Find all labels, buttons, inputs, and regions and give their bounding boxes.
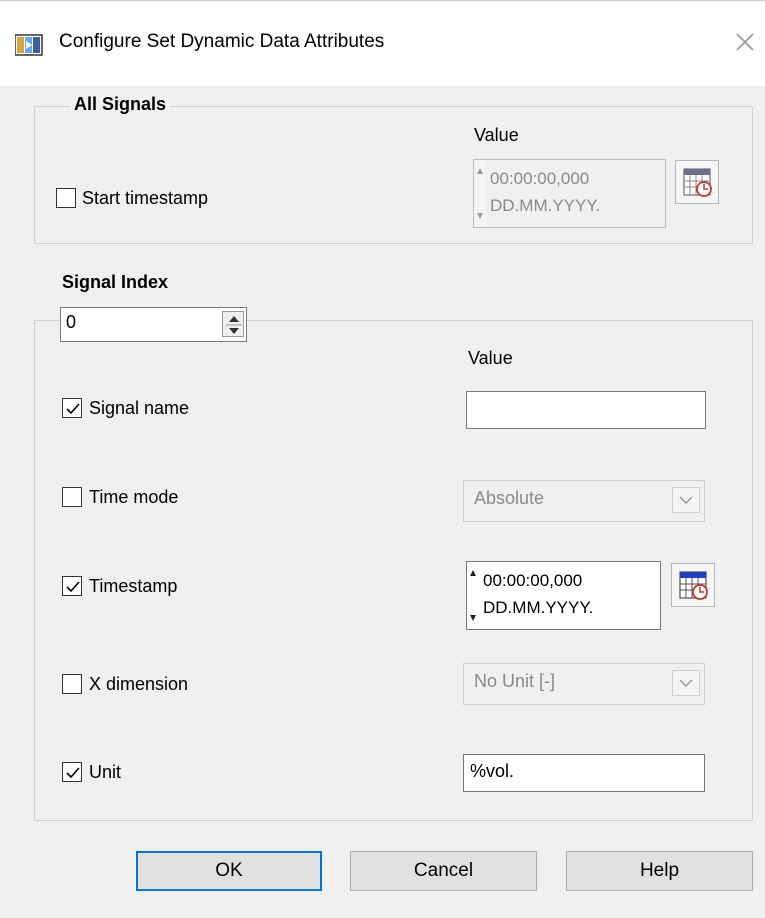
all-signals-value-header: Value: [474, 125, 519, 145]
timestamp-time: 00:00:00,000: [483, 571, 583, 590]
app-icon: [14, 33, 43, 57]
signal-index-stepper[interactable]: [222, 311, 244, 337]
x-dimension-checkbox[interactable]: [62, 674, 82, 694]
chevron-down-icon[interactable]: [672, 670, 700, 696]
x-dimension-select[interactable]: No Unit [-]: [463, 663, 705, 705]
signal-index-label: Signal Index: [62, 272, 169, 292]
ok-button[interactable]: OK: [136, 851, 322, 891]
unit-label: Unit: [89, 762, 122, 782]
timestamp-field[interactable]: 00:00:00,000 DD.MM.YYYY.: [466, 561, 661, 630]
all-signals-legend: All Signals: [70, 94, 171, 115]
cancel-button[interactable]: Cancel: [350, 851, 537, 891]
help-button[interactable]: Help: [566, 851, 753, 891]
timestamp-date: DD.MM.YYYY.: [483, 598, 594, 617]
timestamp-calendar-button[interactable]: [671, 563, 715, 607]
signal-name-label: Signal name: [89, 398, 190, 418]
timestamp-label: Timestamp: [89, 576, 178, 596]
calendar-icon: [683, 168, 712, 197]
signal-index-value: 0: [66, 312, 77, 332]
signal-value-header: Value: [468, 348, 513, 368]
unit-checkbox[interactable]: [62, 762, 82, 782]
start-timestamp-checkbox[interactable]: [56, 188, 76, 208]
time-mode-selected: Absolute: [474, 488, 545, 508]
x-dimension-label: X dimension: [89, 674, 189, 694]
title-bar: Configure Set Dynamic Data Attributes: [0, 0, 765, 86]
start-timestamp-time: 00:00:00,000: [490, 169, 590, 188]
close-icon[interactable]: [734, 31, 756, 53]
x-dimension-selected: No Unit [-]: [474, 671, 556, 691]
time-mode-select[interactable]: Absolute: [463, 480, 705, 522]
start-timestamp-field[interactable]: 00:00:00,000 DD.MM.YYYY.: [473, 159, 666, 228]
time-mode-checkbox[interactable]: [62, 487, 82, 507]
calendar-icon: [679, 571, 708, 600]
timestamp-spinner[interactable]: [467, 562, 479, 629]
unit-input[interactable]: %vol.: [463, 754, 705, 792]
time-mode-label: Time mode: [89, 487, 179, 507]
start-timestamp-calendar-button[interactable]: [675, 160, 719, 204]
checkmark-icon: [66, 581, 80, 593]
signal-name-checkbox[interactable]: [62, 398, 82, 418]
signal-index-numeric[interactable]: 0: [60, 307, 247, 342]
window-title: Configure Set Dynamic Data Attributes: [59, 31, 385, 52]
signal-name-input[interactable]: [466, 391, 706, 429]
checkmark-icon: [66, 767, 80, 779]
chevron-down-icon[interactable]: [672, 487, 700, 513]
start-timestamp-label: Start timestamp: [82, 188, 209, 208]
checkmark-icon: [66, 403, 80, 415]
start-timestamp-date: DD.MM.YYYY.: [490, 196, 601, 215]
timestamp-spinner[interactable]: [474, 160, 486, 227]
timestamp-checkbox[interactable]: [62, 576, 82, 596]
